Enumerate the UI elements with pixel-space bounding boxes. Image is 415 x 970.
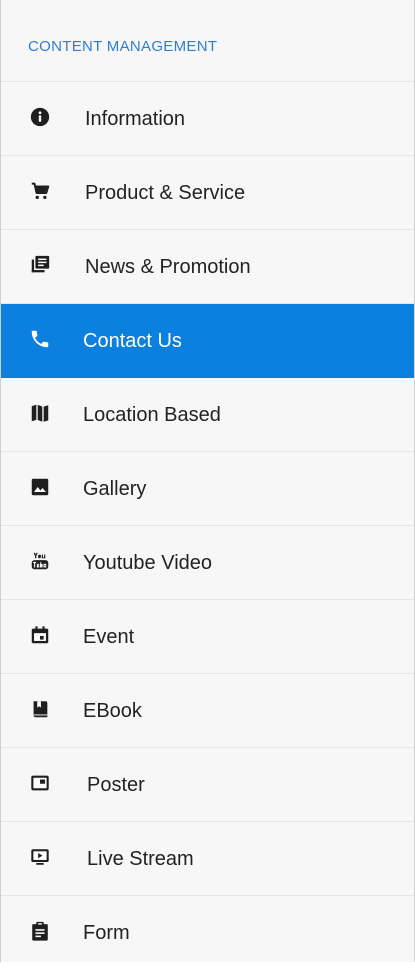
image-icon — [28, 475, 52, 499]
poster-icon — [28, 771, 52, 795]
sidebar-item-contact-us[interactable]: Contact Us — [1, 304, 414, 378]
sidebar-item-label: EBook — [83, 699, 142, 722]
live-stream-icon — [28, 845, 52, 869]
sidebar-item-label: Live Stream — [87, 847, 194, 870]
info-icon — [28, 105, 52, 129]
sidebar-item-label: Youtube Video — [83, 551, 213, 574]
sidebar-item-gallery[interactable]: Gallery — [1, 452, 414, 526]
cart-icon — [28, 179, 52, 203]
sidebar-item-product-service[interactable]: Product & Service — [1, 156, 414, 230]
sidebar-item-youtube-video[interactable]: Youtube Video — [1, 526, 414, 600]
sidebar: CONTENT MANAGEMENT Information Product &… — [0, 0, 415, 962]
youtube-icon — [28, 549, 52, 573]
sidebar-item-label: Information — [85, 107, 186, 130]
sidebar-menu: Information Product & Service News & Pro… — [1, 82, 414, 970]
sidebar-item-label: News & Promotion — [85, 255, 251, 278]
sidebar-item-live-stream[interactable]: Live Stream — [1, 822, 414, 896]
clipboard-icon — [28, 919, 52, 943]
sidebar-item-label: Form — [83, 922, 130, 944]
map-icon — [28, 401, 52, 425]
sidebar-item-information[interactable]: Information — [1, 82, 414, 156]
sidebar-item-label: Event — [83, 625, 135, 648]
sidebar-item-event[interactable]: Event — [1, 600, 414, 674]
sidebar-item-label: Location Based — [83, 403, 221, 426]
sidebar-item-location-based[interactable]: Location Based — [1, 378, 414, 452]
phone-icon — [28, 327, 52, 351]
sidebar-item-news-promotion[interactable]: News & Promotion — [1, 230, 414, 304]
section-title: CONTENT MANAGEMENT — [1, 0, 414, 82]
sidebar-item-poster[interactable]: Poster — [1, 748, 414, 822]
book-icon — [28, 697, 52, 721]
news-icon — [28, 253, 52, 277]
calendar-icon — [28, 623, 52, 647]
sidebar-item-label: Product & Service — [85, 181, 246, 204]
sidebar-item-label: Contact Us — [83, 329, 182, 352]
sidebar-item-label: Gallery — [83, 477, 147, 500]
sidebar-item-form[interactable]: Form — [1, 896, 414, 970]
sidebar-item-ebook[interactable]: EBook — [1, 674, 414, 748]
sidebar-item-label: Poster — [87, 773, 145, 796]
